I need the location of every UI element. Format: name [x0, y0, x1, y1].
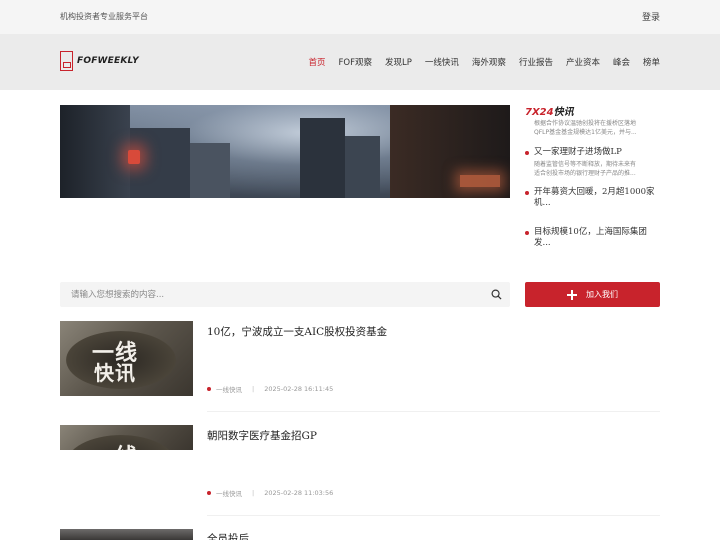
news-item-title[interactable]: 开年募资大回暖，2月超1000家机... — [534, 187, 660, 209]
bullet-dot-icon — [525, 190, 529, 195]
site-slogan: 机构投资者专业服务平台 — [60, 12, 148, 21]
search-box — [60, 282, 510, 307]
news-item-desc: 根据合作协议温驰创投将在援桥区落地 — [534, 120, 637, 127]
bullet-dot-icon — [525, 150, 529, 155]
join-us-label: 加入我们 — [586, 290, 618, 299]
join-us-button[interactable]: 加入我们 — [525, 282, 660, 307]
news-7x24-item[interactable]: 开年募资大回暖，2月超1000家机... — [525, 187, 660, 209]
news-item-desc: 随着监管信号等不断释放，期待未来有 — [534, 161, 637, 168]
login-link[interactable]: 登录 — [642, 10, 660, 23]
news-7x24-item[interactable]: 又一家理财子进场做LP 随着监管信号等不断释放，期待未来有 适合创投市场的银行理… — [525, 147, 660, 178]
plus-icon — [567, 289, 577, 300]
meta-separator: | — [252, 385, 255, 393]
search-icon[interactable] — [491, 289, 502, 300]
article-thumbnail[interactable] — [60, 529, 193, 540]
article-card[interactable]: 一线 快讯 10亿，宁波成立一支AIC股权投资基金 一线快讯 | 2025-02… — [60, 321, 660, 413]
site-logo[interactable]: FOFWEEKLY — [60, 51, 139, 71]
nav-item-rankings[interactable]: 榜单 — [643, 56, 660, 68]
thumbnail-text: 快讯 — [94, 361, 136, 385]
logo-icon — [60, 51, 73, 71]
news-7x24-logo: 7X24快讯 — [525, 103, 660, 118]
article-card[interactable]: 全员投后 — [60, 529, 660, 540]
divider — [207, 515, 660, 516]
banner-lamp — [128, 150, 140, 164]
search-input[interactable] — [60, 282, 480, 307]
bullet-dot-icon — [525, 230, 529, 235]
nav-item-fof-observe[interactable]: FOF观察 — [339, 56, 372, 68]
bullet-dot-icon — [207, 387, 211, 391]
banner-light — [460, 175, 500, 187]
article-meta: 一线快讯 | 2025-02-28 16:11:45 — [207, 384, 333, 394]
banner-building — [190, 143, 230, 198]
logo-text: FOFWEEKLY — [77, 56, 139, 66]
nav-item-reports[interactable]: 行业报告 — [519, 56, 553, 68]
article-time: 2025-02-28 11:03:56 — [264, 489, 334, 497]
article-title[interactable]: 10亿，宁波成立一支AIC股权投资基金 — [207, 324, 387, 339]
news-7x24-item[interactable]: 目标规模10亿，上海国际集团发... — [525, 227, 660, 249]
nav-item-industry-capital[interactable]: 产业资本 — [566, 56, 600, 68]
news-item-desc: 适合创投市场的银行理财子产品的推... — [534, 170, 636, 177]
meta-separator: | — [252, 489, 255, 497]
main-nav: 首页 FOF观察 发现LP 一线快讯 海外观察 行业报告 产业资本 峰会 榜单 — [296, 56, 660, 68]
news-item-desc: QFLP基金基金规模达1亿美元，并与... — [534, 129, 637, 136]
article-title[interactable]: 全员投后 — [207, 531, 249, 540]
nav-item-find-lp[interactable]: 发现LP — [385, 56, 412, 68]
banner-building — [60, 105, 130, 198]
divider — [207, 411, 660, 412]
nav-item-home[interactable]: 首页 — [309, 56, 326, 68]
nav-item-flash-news[interactable]: 一线快讯 — [425, 56, 459, 68]
news-item-title[interactable]: 目标规模10亿，上海国际集团发... — [534, 227, 660, 249]
news-item-title[interactable]: 又一家理财子进场做LP — [534, 147, 622, 158]
bullet-dot-icon — [207, 491, 211, 495]
article-time: 2025-02-28 16:11:45 — [264, 385, 334, 393]
news-7x24-item[interactable]: 根据合作协议温驰创投将在援桥区落地 QFLP基金基金规模达1亿美元，并与... — [525, 117, 660, 137]
article-meta: 一线快讯 | 2025-02-28 11:03:56 — [207, 488, 333, 498]
banner-building — [345, 136, 380, 198]
article-tag[interactable]: 一线快讯 — [216, 488, 242, 498]
article-card[interactable]: 一线 朝阳数字医疗基金招GP 一线快讯 | 2025-02-28 11:03:5… — [60, 425, 660, 517]
article-tag[interactable]: 一线快讯 — [216, 384, 242, 394]
hero-banner-image[interactable] — [60, 105, 510, 198]
nav-item-overseas[interactable]: 海外观察 — [472, 56, 506, 68]
site-header: FOFWEEKLY 首页 FOF观察 发现LP 一线快讯 海外观察 行业报告 产… — [0, 34, 720, 90]
news-7x24-panel: 7X24快讯 根据合作协议温驰创投将在援桥区落地 QFLP基金基金规模达1亿美元… — [525, 103, 660, 248]
nav-item-summit[interactable]: 峰会 — [613, 56, 630, 68]
top-bar: 机构投资者专业服务平台 登录 — [0, 0, 720, 34]
thumbnail-text: 一线 — [92, 439, 138, 450]
article-title[interactable]: 朝阳数字医疗基金招GP — [207, 428, 317, 443]
banner-building — [300, 118, 345, 198]
article-thumbnail[interactable]: 一线 — [60, 425, 193, 450]
article-thumbnail[interactable]: 一线 快讯 — [60, 321, 193, 396]
